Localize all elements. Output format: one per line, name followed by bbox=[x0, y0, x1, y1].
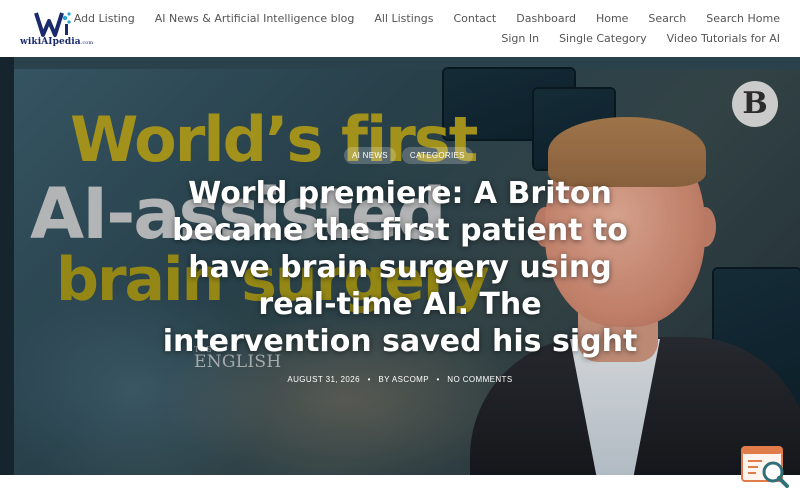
search-document-icon[interactable] bbox=[740, 445, 790, 489]
post-comments[interactable]: No Comments bbox=[447, 375, 512, 384]
nav-add-listing[interactable]: Add Listing bbox=[74, 12, 135, 32]
nav-dashboard[interactable]: Dashboard bbox=[516, 12, 576, 32]
post-date: August 31, 2026 bbox=[287, 375, 360, 384]
nav-search-home[interactable]: Search Home bbox=[706, 12, 780, 32]
logo-name: wikiAIpedia bbox=[20, 37, 81, 47]
post-author[interactable]: By ascomp bbox=[378, 375, 428, 384]
main-nav: Add Listing AI News & Artificial Intelli… bbox=[74, 12, 780, 52]
logo-w-icon bbox=[34, 12, 71, 37]
nav-single-category[interactable]: Single Category bbox=[559, 32, 647, 52]
meta-separator: • bbox=[367, 375, 371, 384]
category-tag-ai-news[interactable]: AI News bbox=[344, 147, 396, 164]
hero-banner[interactable]: World’s first AI-assisted brain surgery … bbox=[0, 57, 800, 475]
post-meta: August 31, 2026 • By ascomp • No Comment… bbox=[150, 375, 650, 384]
meta-separator: • bbox=[436, 375, 440, 384]
nav-sign-in[interactable]: Sign In bbox=[501, 32, 539, 52]
nav-all-listings[interactable]: All Listings bbox=[374, 12, 433, 32]
nav-row-1: Add Listing AI News & Artificial Intelli… bbox=[74, 12, 780, 32]
nav-video-tutorials[interactable]: Video Tutorials for AI bbox=[667, 32, 780, 52]
nav-contact[interactable]: Contact bbox=[453, 12, 496, 32]
page-bottom-strip bbox=[0, 475, 800, 500]
logo-domain: .com bbox=[80, 40, 94, 46]
nav-search[interactable]: Search bbox=[648, 12, 686, 32]
nav-home[interactable]: Home bbox=[596, 12, 628, 32]
nav-ai-news-blog[interactable]: AI News & Artificial Intelligence blog bbox=[155, 12, 355, 32]
category-tags: AI News Categories bbox=[344, 147, 473, 164]
nav-row-2: Sign In Single Category Video Tutorials … bbox=[130, 32, 780, 52]
post-title[interactable]: World premiere: A Briton became the firs… bbox=[150, 175, 650, 360]
site-header: wikiAIpedia.com Add Listing AI News & Ar… bbox=[0, 0, 800, 57]
logo-text: wikiAIpedia.com bbox=[20, 37, 93, 47]
category-tag-categories[interactable]: Categories bbox=[401, 147, 473, 164]
